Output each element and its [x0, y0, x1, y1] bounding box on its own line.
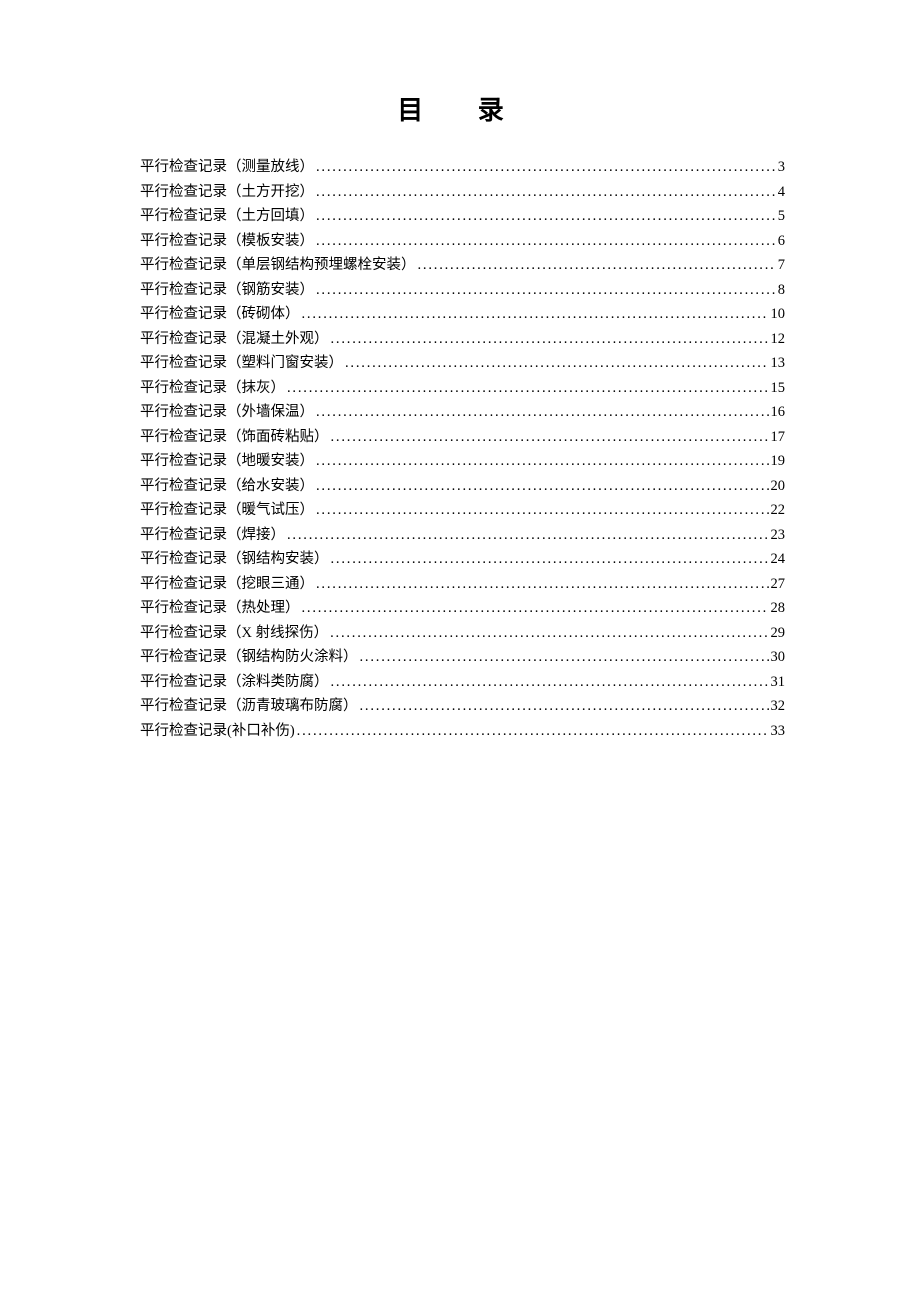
toc-leader-dots: [316, 449, 769, 474]
toc-leader-dots: [297, 719, 769, 744]
toc-leader-dots: [316, 278, 776, 303]
toc-entry-label: 平行检查记录（地暖安装）: [140, 449, 314, 474]
toc-entry-page: 29: [771, 621, 786, 646]
toc-leader-dots: [316, 180, 776, 205]
toc-entry-label: 平行检查记录(补口补伤): [140, 719, 295, 744]
toc-entry: 平行检查记录（热处理） 28: [140, 596, 785, 621]
toc-entry: 平行检查记录（饰面砖粘贴） 17: [140, 425, 785, 450]
toc-entry-page: 28: [771, 596, 786, 621]
toc-leader-dots: [316, 498, 769, 523]
toc-entry-label: 平行检查记录（给水安装）: [140, 474, 314, 499]
toc-entry-label: 平行检查记录（钢结构安装）: [140, 547, 329, 572]
toc-entry-page: 13: [771, 351, 786, 376]
toc-leader-dots: [331, 670, 769, 695]
toc-entry-page: 31: [771, 670, 786, 695]
toc-entry-label: 平行检查记录（挖眼三通）: [140, 572, 314, 597]
toc-leader-dots: [331, 547, 769, 572]
toc-leader-dots: [360, 694, 769, 719]
toc-entry-label: 平行检查记录（沥青玻璃布防腐）: [140, 694, 358, 719]
toc-entry-label: 平行检查记录（钢结构防火涂料）: [140, 645, 358, 670]
toc-entry-page: 8: [778, 278, 785, 303]
toc-entry-label: 平行检查记录（涂料类防腐）: [140, 670, 329, 695]
toc-entry-label: 平行检查记录（测量放线）: [140, 155, 314, 180]
toc-entry-page: 32: [771, 694, 786, 719]
toc-entry: 平行检查记录（挖眼三通） 27: [140, 572, 785, 597]
toc-leader-dots: [330, 621, 768, 646]
toc-entry-label: 平行检查记录（砖砌体）: [140, 302, 300, 327]
toc-entry-page: 27: [771, 572, 786, 597]
toc-leader-dots: [360, 645, 769, 670]
toc-entry: 平行检查记录（涂料类防腐） 31: [140, 670, 785, 695]
toc-entry-label: 平行检查记录（土方开挖）: [140, 180, 314, 205]
toc-entry-page: 24: [771, 547, 786, 572]
toc-entry-page: 4: [778, 180, 785, 205]
toc-entry: 平行检查记录（混凝土外观） 12: [140, 327, 785, 352]
toc-entry-page: 23: [771, 523, 786, 548]
toc-entry-page: 15: [771, 376, 786, 401]
toc-entry: 平行检查记录（暖气试压） 22: [140, 498, 785, 523]
toc-entry-page: 33: [771, 719, 786, 744]
toc-leader-dots: [302, 596, 769, 621]
document-page: 目 录 平行检查记录（测量放线）3平行检查记录（土方开挖）4平行检查记录（土方回…: [0, 0, 920, 743]
toc-entry: 平行检查记录（给水安装） 20: [140, 474, 785, 499]
toc-entry: 平行检查记录（模板安装） 6: [140, 229, 785, 254]
toc-entry-label: 平行检查记录（钢筋安装）: [140, 278, 314, 303]
toc-entry-page: 3: [778, 155, 785, 180]
toc-leader-dots: [287, 376, 769, 401]
toc-leader-dots: [316, 572, 769, 597]
toc-entry-page: 10: [771, 302, 786, 327]
toc-entry: 平行检查记录（钢结构安装） 24: [140, 547, 785, 572]
toc-list: 平行检查记录（测量放线）3平行检查记录（土方开挖）4平行检查记录（土方回填）5平…: [140, 155, 785, 743]
toc-leader-dots: [418, 253, 776, 278]
toc-leader-dots: [316, 474, 769, 499]
toc-entry: 平行检查记录（地暖安装） 19: [140, 449, 785, 474]
toc-entry-page: 17: [771, 425, 786, 450]
toc-entry: 平行检查记录（钢结构防火涂料） 30: [140, 645, 785, 670]
toc-entry: 平行检查记录(补口补伤) 33: [140, 719, 785, 744]
toc-entry: 平行检查记录（外墙保温） 16: [140, 400, 785, 425]
toc-entry-page: 30: [771, 645, 786, 670]
toc-entry-label: 平行检查记录（土方回填）: [140, 204, 314, 229]
toc-leader-dots: [331, 425, 769, 450]
toc-leader-dots: [316, 229, 776, 254]
toc-entry-page: 22: [771, 498, 786, 523]
toc-entry-label: 平行检查记录（饰面砖粘贴）: [140, 425, 329, 450]
toc-entry-page: 5: [778, 204, 785, 229]
toc-leader-dots: [316, 400, 769, 425]
toc-entry-page: 7: [778, 253, 785, 278]
toc-entry-label: 平行检查记录（单层钢结构预埋螺栓安装）: [140, 253, 416, 278]
toc-entry-page: 19: [771, 449, 786, 474]
toc-entry: 平行检查记录（钢筋安装） 8: [140, 278, 785, 303]
toc-entry-page: 12: [771, 327, 786, 352]
toc-entry-page: 6: [778, 229, 785, 254]
toc-entry-label: 平行检查记录（抹灰）: [140, 376, 285, 401]
toc-entry: 平行检查记录（单层钢结构预埋螺栓安装） 7: [140, 253, 785, 278]
toc-entry: 平行检查记录（焊接） 23: [140, 523, 785, 548]
toc-entry-label: 平行检查记录（焊接）: [140, 523, 285, 548]
toc-entry: 平行检查记录（砖砌体） 10: [140, 302, 785, 327]
toc-entry-label: 平行检查记录（塑料门窗安装）: [140, 351, 343, 376]
toc-leader-dots: [345, 351, 769, 376]
toc-entry: 平行检查记录（抹灰） 15: [140, 376, 785, 401]
toc-entry: 平行检查记录（X 射线探伤） 29: [140, 621, 785, 646]
toc-entry: 平行检查记录（沥青玻璃布防腐） 32: [140, 694, 785, 719]
toc-entry: 平行检查记录（土方开挖） 4: [140, 180, 785, 205]
toc-entry-label: 平行检查记录（X 射线探伤）: [140, 621, 328, 646]
toc-entry-label: 平行检查记录（混凝土外观）: [140, 327, 329, 352]
page-title: 目 录: [140, 90, 785, 127]
toc-leader-dots: [302, 302, 769, 327]
toc-leader-dots: [287, 523, 769, 548]
toc-entry-label: 平行检查记录（热处理）: [140, 596, 300, 621]
toc-entry-label: 平行检查记录（暖气试压）: [140, 498, 314, 523]
toc-entry-page: 16: [771, 400, 786, 425]
toc-leader-dots: [316, 204, 776, 229]
toc-entry-label: 平行检查记录（外墙保温）: [140, 400, 314, 425]
toc-entry: 平行检查记录（土方回填） 5: [140, 204, 785, 229]
toc-leader-dots: [331, 327, 769, 352]
toc-entry: 平行检查记录（测量放线） 3: [140, 155, 785, 180]
toc-entry: 平行检查记录（塑料门窗安装） 13: [140, 351, 785, 376]
toc-leader-dots: [316, 155, 776, 180]
toc-entry-page: 20: [771, 474, 786, 499]
toc-entry-label: 平行检查记录（模板安装）: [140, 229, 314, 254]
